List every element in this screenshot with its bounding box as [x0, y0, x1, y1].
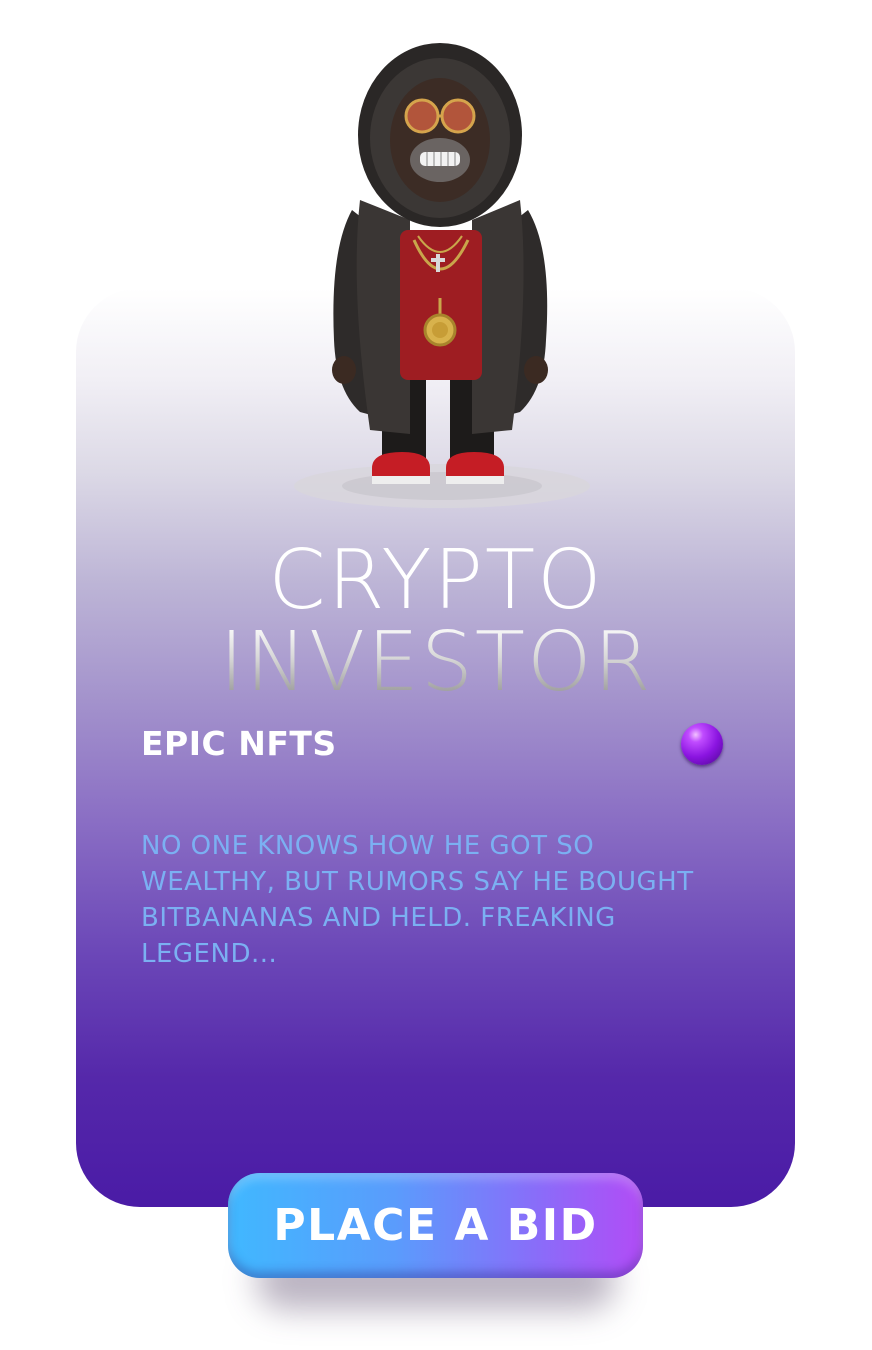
collection-name: EPIC NFTS — [141, 724, 337, 763]
place-bid-button[interactable]: PLACE A BID — [228, 1173, 643, 1278]
nft-description: NO ONE KNOWS HOW HE GOT SO WEALTHY, BUT … — [141, 831, 694, 969]
nft-title-line-1: CRYPTO — [268, 533, 604, 628]
crypto-investor-character-illustration — [294, 43, 590, 508]
nft-card-page: CRYPTO INVESTOR EPIC NFTS NO ONE KNOWS H… — [0, 0, 872, 1350]
nft-title-line-2: INVESTOR — [0, 622, 872, 704]
purple-gem-icon — [681, 723, 723, 765]
